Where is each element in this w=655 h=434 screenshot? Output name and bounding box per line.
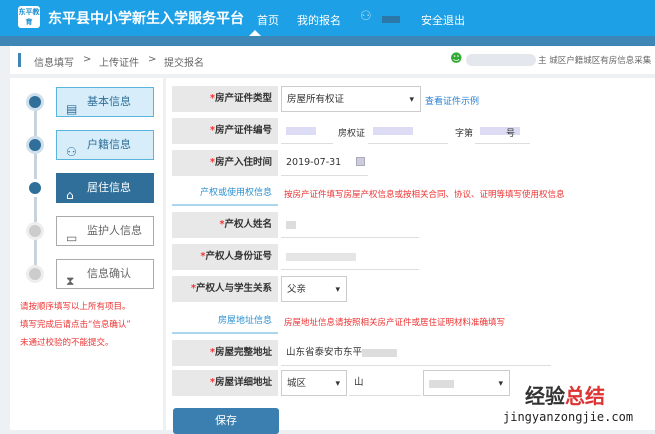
cert-no-part3[interactable] xyxy=(475,118,530,144)
label-owner-name: *产权人姓名 xyxy=(172,212,278,238)
crumb-submit[interactable]: 提交报名 xyxy=(164,54,204,69)
step-label: 信息确认 xyxy=(87,267,131,280)
avatar-icon: ☻ xyxy=(450,51,463,65)
breadcrumb: 信息填写 > 上传证件 > 提交报名 ☻ 主 城区户籍城区有房信息采集 xyxy=(10,46,655,74)
district-select[interactable]: 城区 xyxy=(281,370,347,397)
site-title: 东平县中小学新生入学服务平台 xyxy=(48,11,244,27)
label-detail-address: *房屋详细地址 xyxy=(172,370,278,396)
section-note: 房屋地址信息请按照相关房产证件或居住证明材料准确填写 xyxy=(284,318,506,328)
crumb-fill[interactable]: 信息填写 xyxy=(34,54,74,69)
label-owner-id: *产权人身份证号 xyxy=(172,244,278,270)
full-address-input[interactable]: 山东省泰安市东平 xyxy=(281,340,551,366)
owner-id-input[interactable] xyxy=(281,244,419,270)
street-input[interactable]: 山 xyxy=(349,370,421,396)
relation-select[interactable]: 父亲 xyxy=(281,276,347,303)
nav-my-registration[interactable]: 我的报名 xyxy=(297,12,341,28)
step-dot xyxy=(26,179,44,197)
header-strip xyxy=(0,36,655,46)
label-move-in: *房产入住时间 xyxy=(172,150,278,176)
user-icon: ⚇ xyxy=(360,9,372,24)
logo: 东平教育 xyxy=(18,6,40,28)
step-dot xyxy=(26,93,44,111)
step-residence[interactable]: ⌂ 居住信息 xyxy=(56,173,154,203)
user-info: 主 城区户籍城区有房信息采集 xyxy=(538,56,652,66)
cert-no-text: 房权证 xyxy=(338,129,366,139)
owner-name-input[interactable] xyxy=(281,212,419,238)
cert-no-part1[interactable] xyxy=(281,118,333,144)
step-household[interactable]: ⚇ 户籍信息 xyxy=(56,130,154,160)
hourglass-icon: ⧗ xyxy=(66,274,75,288)
step-dot xyxy=(26,222,44,240)
nav-logout[interactable]: 安全退出 xyxy=(421,12,465,28)
home-icon: ⌂ xyxy=(66,188,74,202)
calendar-icon[interactable] xyxy=(356,157,365,166)
step-label: 居住信息 xyxy=(87,181,131,194)
form-icon: ▤ xyxy=(66,102,78,116)
note-line: 未通过校验的不能提交。 xyxy=(20,338,114,348)
watermark-url: jingyanzongjie.com xyxy=(503,410,634,424)
id-card-icon: ▭ xyxy=(66,231,78,245)
cert-no-part2[interactable] xyxy=(368,118,448,144)
cert-no-text: 号 xyxy=(506,129,516,139)
section-note: 按房产证件填写房屋产权信息或按相关合同、协议、证明等填写使用权信息 xyxy=(284,190,565,200)
label-full-address: *房屋完整地址 xyxy=(172,340,278,366)
step-basic-info[interactable]: ▤ 基本信息 xyxy=(56,87,154,117)
community-select[interactable] xyxy=(423,370,510,397)
crumb-sep: > xyxy=(83,54,92,65)
step-guardian[interactable]: ▭ 监护人信息 xyxy=(56,216,154,246)
step-confirm[interactable]: ⧗ 信息确认 xyxy=(56,259,154,289)
nav-home[interactable]: 首页 xyxy=(257,12,279,28)
label-relation: *产权人与学生关系 xyxy=(172,276,278,302)
note-line: 请按顺序填写以上所有项目。 xyxy=(20,302,131,312)
label-cert-type: *房产证件类型 xyxy=(172,86,278,112)
step-label: 监护人信息 xyxy=(87,224,142,237)
crumb-sep: > xyxy=(148,54,157,65)
person-icon: ⚇ xyxy=(66,145,77,159)
step-dot xyxy=(26,265,44,283)
watermark: 经验总结 xyxy=(525,384,605,408)
step-dot xyxy=(26,136,44,154)
view-example-link[interactable]: 查看证件示例 xyxy=(425,94,479,107)
step-label: 户籍信息 xyxy=(87,138,131,151)
name-blurred xyxy=(466,54,536,66)
section-title: 房屋地址信息 xyxy=(172,312,278,334)
label-cert-no: *房产证件编号 xyxy=(172,118,278,144)
active-nav-caret xyxy=(249,30,261,36)
save-button[interactable]: 保存 xyxy=(173,408,279,434)
username-blurred xyxy=(382,16,400,23)
cert-type-select[interactable]: 房屋所有权证 xyxy=(281,86,421,113)
move-in-date-input[interactable]: 2019-07-31 xyxy=(281,150,368,176)
note-line: 填写完成后请点击“信息确认” xyxy=(20,320,131,330)
section-title: 产权或使用权信息 xyxy=(172,184,278,206)
crumb-upload[interactable]: 上传证件 xyxy=(99,54,139,69)
step-label: 基本信息 xyxy=(87,95,131,108)
cert-no-text: 字第 xyxy=(455,129,474,139)
